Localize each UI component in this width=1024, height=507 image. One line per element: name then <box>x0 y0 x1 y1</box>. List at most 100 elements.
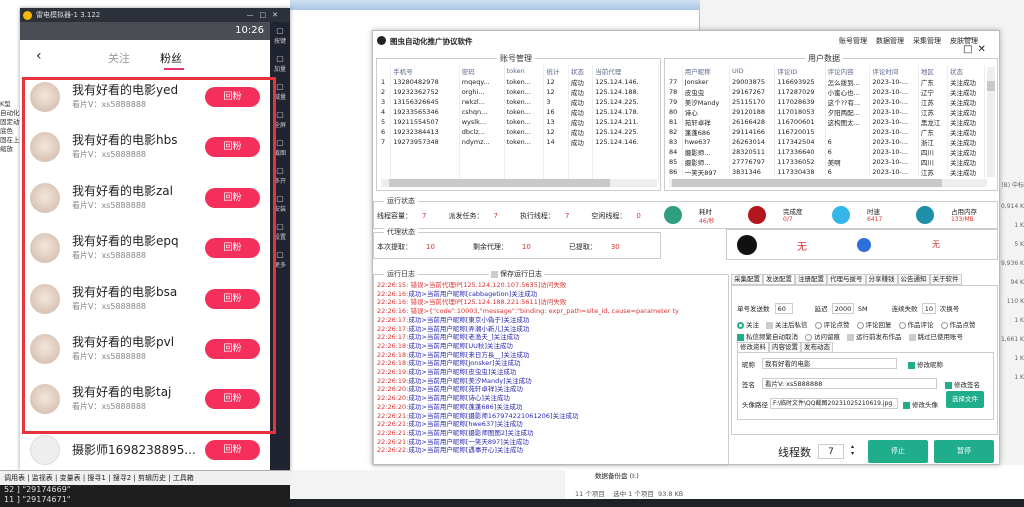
stop-button[interactable]: 停止 <box>868 440 928 463</box>
column-header[interactable]: 统计 <box>543 65 569 77</box>
table-row[interactable]: 5 19211554507 wyslk... token... 13 成功 125.124.… <box>379 117 659 127</box>
table-row[interactable]: 82 蓬蓬686 29114166 116720015 2023-10-... 广东 关注成… <box>667 127 985 137</box>
empty-row <box>379 156 659 165</box>
modify-nick-checkbox[interactable]: 修改昵称 <box>908 359 943 369</box>
table-row[interactable]: 1 13280482978 mqeqy... token... 12 成功 125.124.… <box>379 77 659 87</box>
table-row[interactable]: 83 hwe637 26263014 117342504 6 2023-10-... 浙江关… <box>667 137 985 147</box>
column-header[interactable]: 状态 <box>568 65 594 77</box>
fail-input[interactable]: 10 <box>921 303 936 314</box>
accounts-table[interactable]: 手机号 密码 token 统计 状态 当前代理 1 13280482978 mqeqy... to… <box>379 65 659 183</box>
radio-option[interactable]: 评论回复 <box>856 321 892 329</box>
config-tab[interactable]: 公告通知 <box>897 274 930 285</box>
menu-item[interactable]: 账号管理 <box>839 37 867 45</box>
checkbox-option[interactable]: 跳过已使用账号 <box>908 333 963 341</box>
follow-back-button[interactable]: 回粉 <box>205 389 260 410</box>
nickname-input[interactable]: 我有好看的电影 <box>762 358 897 369</box>
users-table[interactable]: 用户昵称 UID 评论ID 评论内容 评论时间 地区 状态 77 Jonsker 29003875… <box>667 65 985 177</box>
tool-label: 按键 <box>273 38 286 45</box>
tab-follow[interactable]: 关注 <box>108 50 130 66</box>
table-row[interactable]: 78 皮虫虫 29167267 117287029 小蜜心也... 2023-10-...… <box>667 87 985 97</box>
menu-item[interactable]: 采集管理 <box>913 37 941 45</box>
table-row[interactable]: 80 诗心 29120188 117018053 夕阳两配... 2023-10-... 江… <box>667 107 985 117</box>
radio-option[interactable]: 作品点赞 <box>940 321 976 329</box>
follow-back-button[interactable]: 回粉 <box>205 339 260 359</box>
checkbox-option[interactable]: 运行前发布作品 <box>847 333 902 341</box>
h-scrollbar[interactable] <box>381 179 657 187</box>
column-header[interactable]: 当前代理 <box>592 65 659 77</box>
config-tab[interactable]: 关于软件 <box>929 274 962 285</box>
column-header[interactable]: 状态 <box>947 65 985 77</box>
column-header[interactable]: 用户昵称 <box>682 65 730 77</box>
column-header[interactable]: 评论时间 <box>869 65 919 77</box>
radio-option[interactable]: 访问留痕 <box>805 333 840 341</box>
config-tab[interactable]: 采集配置 <box>731 274 763 285</box>
column-header[interactable] <box>379 65 392 77</box>
follow-back-button[interactable]: 回粉 <box>205 187 260 208</box>
back-icon[interactable]: ‹ <box>36 48 42 64</box>
table-row[interactable]: 85 摄影师... 27776797 117336052 美啊 2023-10-... 四川… <box>667 157 985 167</box>
ide-toolbar[interactable]: 调用表 | 监视表 | 变量表 | 搜寻1 | 搜寻2 | 剪辑历史 | 工具箱 <box>0 470 290 485</box>
avatar-path-input[interactable]: F:\临时文件\QQ截图20231025210619.jpg <box>770 398 898 409</box>
column-header[interactable] <box>667 65 683 77</box>
table-row[interactable]: 84 摄影师... 28320511 117336640 6 2023-10-... 四川关… <box>667 147 985 157</box>
log-time: 22:26:19: <box>377 376 409 385</box>
config-tab[interactable]: 发送配置 <box>763 274 795 285</box>
table-cell: 19232362752 <box>390 87 460 97</box>
window-controls[interactable]: —□✕ <box>963 33 999 55</box>
save-log-checkbox[interactable]: 保存运行日志 <box>489 269 544 279</box>
table-row[interactable]: 4 19233565346 cshqn... token... 16 成功 125.124.… <box>379 107 659 117</box>
fan-item: 我有好看的电影zal 看片V：xs5888888 回粉 <box>28 176 268 220</box>
modify-sign-checkbox[interactable]: 修改签名 <box>945 379 980 389</box>
column-header[interactable]: 地区 <box>918 65 949 77</box>
emulator-tool-button[interactable]: ▢ 加量 <box>270 50 290 78</box>
choose-file-button[interactable]: 选择文件 <box>946 391 984 408</box>
send-count-input[interactable]: 60 <box>774 303 793 314</box>
log-text: 成功>当前用户昵称[遇事开心]关注成功 <box>408 446 523 455</box>
table-row[interactable]: 86 一笑天897 3831346 117330438 6 2023-10-... 江苏 关注… <box>667 167 985 177</box>
table-cell: 关注成功 <box>947 137 985 147</box>
fan-signature: 看片V：xs5888888 <box>72 251 147 261</box>
radio-option[interactable]: 作品评论 <box>898 321 934 329</box>
column-header[interactable]: 手机号 <box>390 65 460 77</box>
tab-fans[interactable]: 粉丝 <box>160 50 182 66</box>
table-cell: 3 <box>543 97 569 107</box>
app-title: 图虫自动化推广协议软件 <box>390 37 473 46</box>
column-header[interactable]: 密码 <box>459 65 505 77</box>
radio-option[interactable]: 关注 <box>737 321 759 329</box>
table-row[interactable]: 6 19232384413 dbclz... token... 12 成功 125.124.… <box>379 127 659 137</box>
checkbox-option[interactable]: 私信频繁自动取消 <box>737 333 798 341</box>
config-tab[interactable]: 注册配置 <box>795 274 827 285</box>
column-header[interactable]: UID <box>729 65 776 77</box>
config-tab[interactable]: 分享赚钱 <box>865 274 898 285</box>
table-cell: 84 <box>667 147 683 157</box>
drive-item[interactable]: 数据备份盘 (I:) <box>595 470 639 480</box>
window-controls[interactable]: —□✕ <box>247 8 284 22</box>
column-header[interactable]: 评论ID <box>774 65 826 77</box>
table-row[interactable]: 3 13156326645 rwkzl... token... 3 成功 125.124.2… <box>379 97 659 107</box>
checkbox-option[interactable]: 关注后私信 <box>766 321 808 329</box>
menu-item[interactable]: 数据管理 <box>876 37 904 45</box>
h-scrollbar[interactable] <box>669 179 987 187</box>
follow-back-button[interactable]: 回粉 <box>205 238 260 259</box>
v-scrollbar[interactable] <box>987 67 995 177</box>
table-row[interactable]: 79 美汐Mandy 25115170 117028639 这个??有... 2023-1… <box>667 97 985 107</box>
follow-back-button[interactable]: 回粉 <box>205 87 260 107</box>
config-tab[interactable]: 代理与拔号 <box>827 274 866 285</box>
column-header[interactable]: 评论内容 <box>825 65 871 77</box>
follow-back-button[interactable]: 回粉 <box>205 288 260 309</box>
follow-back-button[interactable]: 回粉 <box>205 440 260 460</box>
table-row[interactable]: 7 19273957348 ndymz... token... 14 成功 125.124.… <box>379 137 659 147</box>
follow-back-button[interactable]: 回粉 <box>205 137 260 158</box>
emulator-tool-button[interactable]: ▢ 按键 <box>270 22 290 50</box>
table-row[interactable]: 77 Jonsker 29003875 116693925 怎么拨到... 2023-10… <box>667 77 985 87</box>
delay-input[interactable]: 2000 <box>831 303 854 314</box>
column-header[interactable]: token <box>504 65 545 77</box>
radio-option[interactable]: 评论点赞 <box>814 321 850 329</box>
threads-input[interactable]: 7 <box>818 444 844 459</box>
threads-spinner[interactable]: ▴ ▾ <box>851 443 854 457</box>
table-row[interactable]: 81 苑轩卓祥 26166428 116700601 这构图太... 2023-10-..… <box>667 117 985 127</box>
pause-button[interactable]: 暂停 <box>934 440 994 463</box>
modify-avatar-checkbox[interactable]: 修改头像 <box>903 399 938 409</box>
signature-input[interactable]: 看片V: xs5888888 <box>762 378 937 389</box>
table-row[interactable]: 2 19232362752 orghi... token... 12 成功 125.124.… <box>379 87 659 97</box>
